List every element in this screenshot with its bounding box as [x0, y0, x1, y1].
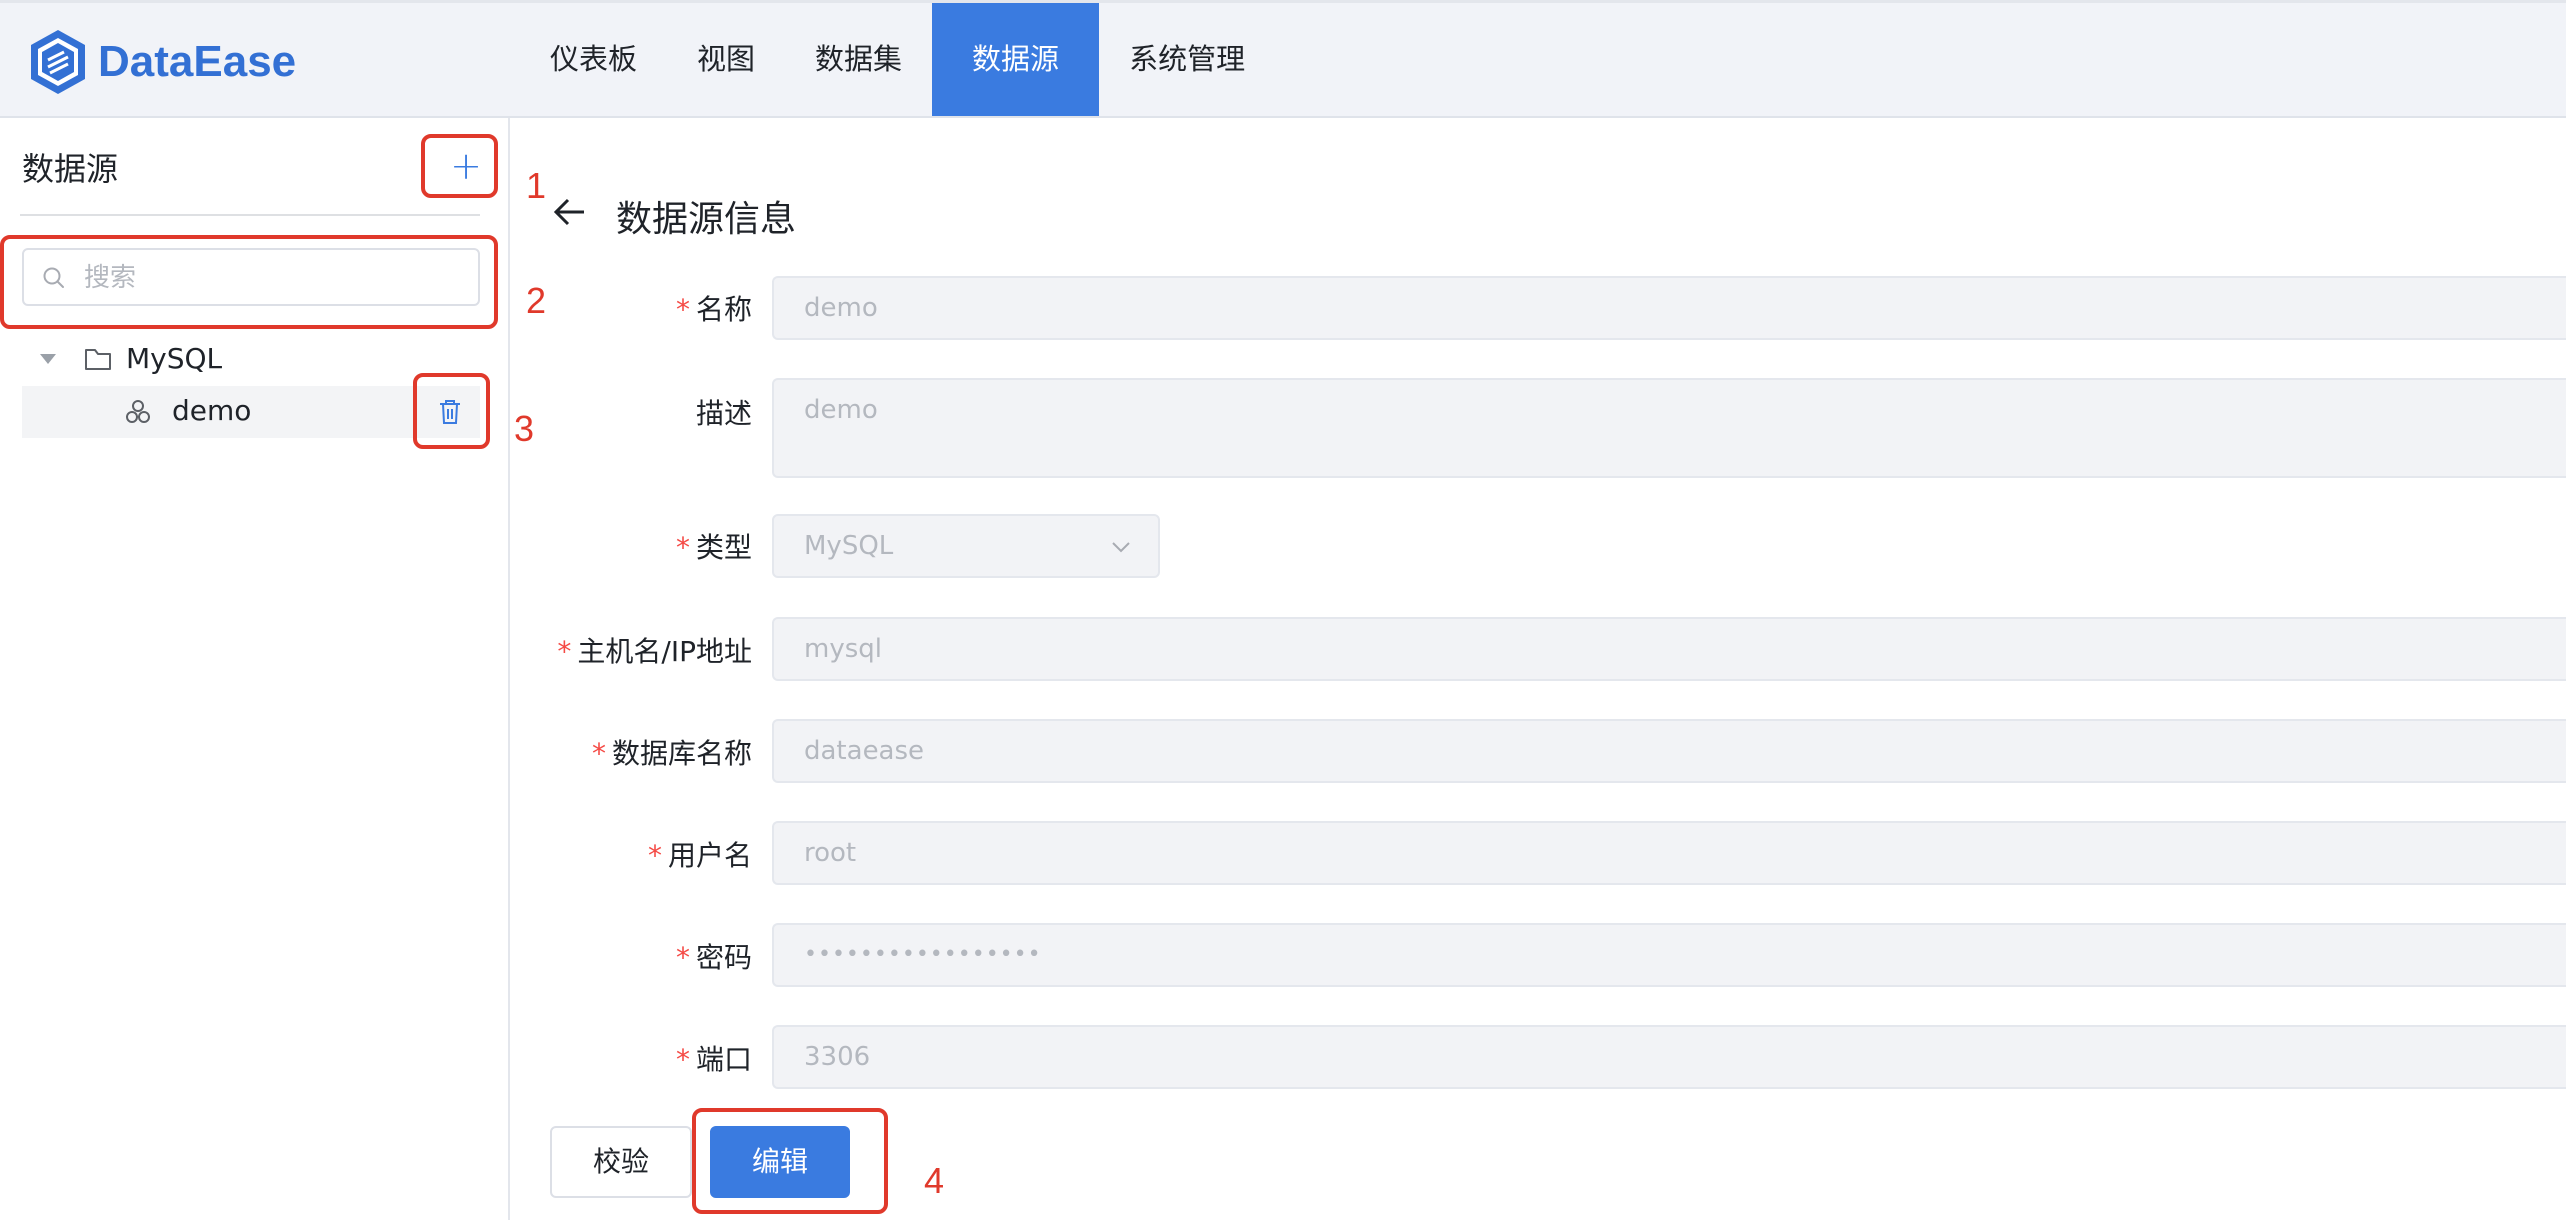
description-label: 描述 — [695, 397, 752, 430]
caret-down-icon[interactable] — [40, 354, 56, 364]
chevron-down-icon — [1112, 542, 1130, 553]
page-title: 数据源信息 — [616, 199, 797, 240]
host-label: * 主机名/IP地址 — [557, 635, 752, 668]
annotation-box-4 — [692, 1108, 888, 1214]
folder-icon — [85, 349, 111, 370]
nav-item-dashboard[interactable]: 仪表板 — [520, 3, 667, 116]
datasource-icon — [126, 400, 150, 423]
host-field[interactable]: mysql — [772, 617, 2566, 681]
annotation-number-3: 3 — [514, 408, 535, 449]
verify-button[interactable]: 校验 — [550, 1126, 692, 1198]
tree-item-label: demo — [172, 394, 252, 427]
main-nav: 仪表板 视图 数据集 数据源 系统管理 — [520, 3, 1275, 116]
description-field[interactable]: demo — [772, 378, 2566, 478]
database-name-field[interactable]: dataease — [772, 719, 2566, 783]
nav-item-system-management[interactable]: 系统管理 — [1099, 3, 1275, 116]
name-label: * 名称 — [675, 293, 752, 326]
tree-item-demo[interactable]: demo — [22, 386, 480, 438]
main-content: 数据源信息 * 名称 demo 描述 demo * 类型 MySQL * 主机名/IP… — [512, 118, 2566, 1220]
annotation-box-2 — [0, 235, 498, 329]
password-label: * 密码 — [675, 941, 752, 974]
back-arrow-icon[interactable] — [552, 196, 588, 228]
annotation-box-1 — [421, 134, 498, 198]
sidebar-title: 数据源 — [22, 150, 119, 188]
tree-folder-mysql[interactable]: MySQL — [22, 334, 480, 386]
port-label: * 端口 — [675, 1043, 752, 1076]
username-field[interactable]: root — [772, 821, 2566, 885]
nav-item-view[interactable]: 视图 — [667, 3, 785, 116]
database-name-label: * 数据库名称 — [591, 737, 752, 770]
type-select[interactable]: MySQL — [772, 514, 1160, 578]
annotation-box-3 — [413, 373, 490, 449]
sidebar-divider — [20, 214, 480, 216]
port-field[interactable]: 3306 — [772, 1025, 2566, 1089]
top-header: DataEase 仪表板 视图 数据集 数据源 系统管理 — [0, 0, 2566, 118]
tree-folder-label: MySQL — [126, 342, 223, 375]
name-field[interactable]: demo — [772, 276, 2566, 340]
type-label: * 类型 — [675, 531, 752, 564]
brand-logo[interactable]: DataEase — [28, 27, 296, 97]
dataease-logo-icon — [31, 30, 85, 94]
password-field[interactable]: ••••••••••••••••• — [772, 923, 2566, 987]
annotation-number-1: 1 — [526, 165, 547, 206]
nav-item-dataset[interactable]: 数据集 — [785, 3, 932, 116]
type-select-value: MySQL — [804, 531, 894, 561]
brand-name: DataEase — [98, 37, 297, 86]
nav-item-datasource[interactable]: 数据源 — [932, 3, 1100, 116]
annotation-number-2: 2 — [526, 280, 547, 321]
username-label: * 用户名 — [647, 839, 752, 872]
annotation-number-4: 4 — [924, 1160, 945, 1201]
